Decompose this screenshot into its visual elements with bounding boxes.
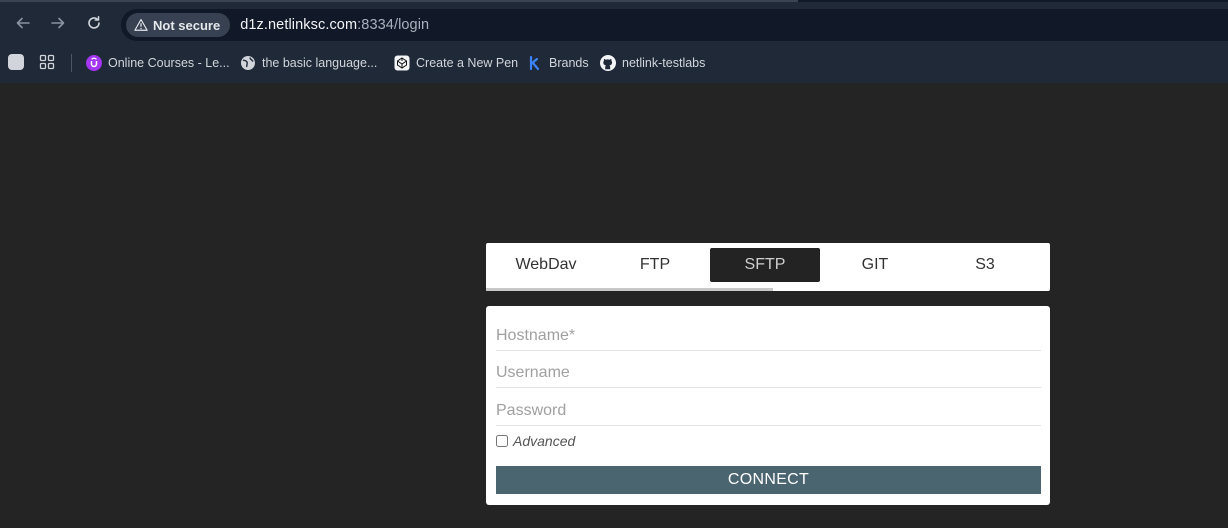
tab-git[interactable]: GIT [820,248,930,282]
back-button[interactable] [12,12,34,34]
url-path: :8334/login [357,17,430,33]
tab-sftp[interactable]: SFTP [710,248,820,282]
browser-toolbar: Not secure d1z.netlinksc.com:8334/login [0,0,1228,44]
bookmarks-divider [71,54,72,72]
tab-strip-hint [0,0,798,2]
bookmark-netlink-testlabs[interactable]: netlink-testlabs [600,53,705,73]
globe-icon [240,55,256,71]
hostname-input[interactable] [496,317,1041,351]
arrow-left-icon [16,17,30,29]
advanced-checkbox[interactable] [496,435,508,447]
bookmark-brands[interactable]: Brands [527,53,589,73]
reload-icon [88,16,100,29]
github-icon [600,55,616,71]
bookmarks-bar: Online Courses - Le... the basic languag… [0,44,1228,83]
tab-indicator [486,288,773,291]
password-input[interactable] [496,392,1041,426]
bookmark-label: Create a New Pen [416,56,519,70]
url-text[interactable]: d1z.netlinksc.com:8334/login [240,17,429,33]
security-chip[interactable]: Not secure [126,13,231,37]
arrow-right-icon [51,17,65,29]
url-host: d1z.netlinksc.com [240,17,358,33]
bookmark-label: Brands [549,56,589,70]
connect-button[interactable]: CONNECT [496,466,1041,494]
warning-icon [134,19,148,31]
tab-search-icon[interactable] [8,54,24,70]
address-bar[interactable]: Not secure d1z.netlinksc.com:8334/login [121,9,1228,41]
bookmark-label: netlink-testlabs [622,56,706,70]
tab-ftp[interactable]: FTP [600,248,710,282]
apps-grid-icon[interactable] [39,54,55,70]
username-input[interactable] [496,354,1041,388]
codepen-icon [394,55,410,71]
bookmark-basic-language[interactable]: the basic language... [240,53,377,73]
tab-s3[interactable]: S3 [930,248,1040,282]
forward-button[interactable] [47,12,69,34]
bookmark-online-courses[interactable]: Online Courses - Le... [86,53,230,73]
bookmark-create-pen[interactable]: Create a New Pen [394,53,518,73]
security-label: Not secure [153,17,221,33]
k-logo-icon [527,55,543,71]
advanced-label: Advanced [513,433,576,449]
reload-button[interactable] [83,12,105,34]
protocol-tabs: WebDav FTP SFTP GIT S3 [486,243,1050,291]
udemy-icon [86,55,102,71]
tab-webdav[interactable]: WebDav [491,248,601,282]
advanced-option[interactable]: Advanced [496,433,575,449]
bookmark-label: Online Courses - Le... [108,56,230,70]
login-form: Advanced CONNECT [486,306,1050,505]
bookmark-label: the basic language... [262,56,378,70]
